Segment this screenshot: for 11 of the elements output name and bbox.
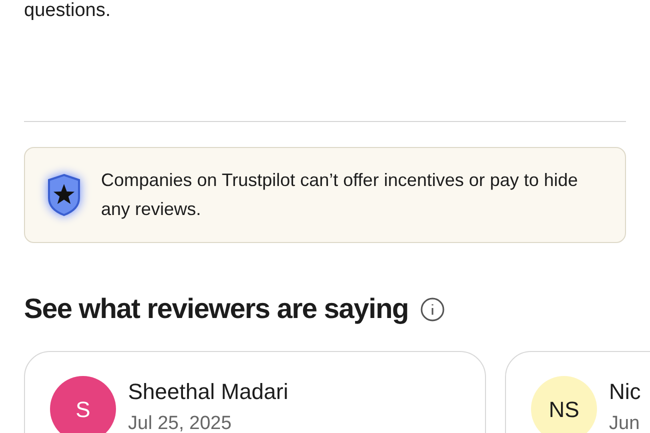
- avatar: NS: [531, 376, 597, 433]
- review-date: Jul 25, 2025: [128, 412, 233, 433]
- reviewer-name: Sheethal Madari: [128, 378, 288, 406]
- reviewer-name: Nic: [609, 378, 641, 406]
- avatar: S: [50, 376, 116, 433]
- review-date: Jun: [609, 412, 641, 433]
- shield-star-icon: [45, 172, 83, 218]
- section-title: See what reviewers are saying: [24, 292, 408, 326]
- info-icon[interactable]: [420, 296, 446, 322]
- intro-text: questions.: [24, 0, 112, 23]
- notice-text: Companies on Trustpilot can’t offer incentives or pay to hide any reviews.: [101, 169, 579, 221]
